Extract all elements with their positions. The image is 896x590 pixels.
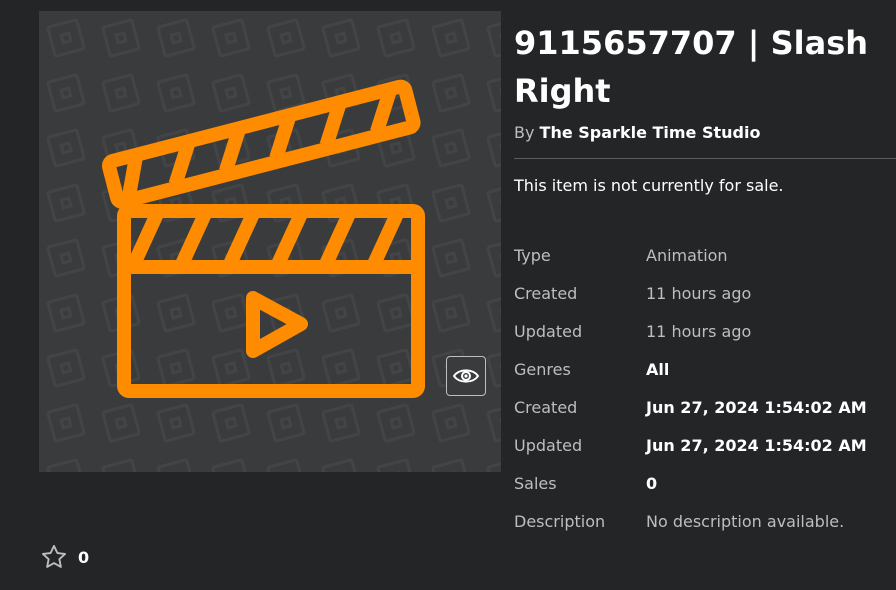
info-label: Created: [514, 397, 578, 417]
info-value: 0: [646, 473, 658, 493]
info-label: Created: [514, 283, 578, 303]
item-thumbnail: [39, 11, 501, 472]
sale-status: This item is not currently for sale.: [514, 176, 784, 195]
info-value: 11 hours ago: [646, 321, 752, 341]
eye-icon: [452, 369, 480, 383]
creator-link[interactable]: The Sparkle Time Studio: [540, 123, 761, 142]
item-info-table: Type Animation Created 11 hours ago Upda…: [514, 236, 867, 540]
info-value: No description available.: [646, 511, 845, 531]
info-value: Jun 27, 2024 1:54:02 AM: [646, 397, 867, 417]
favorite-count: 0: [78, 547, 90, 567]
info-row-type: Type Animation: [514, 236, 867, 274]
info-label: Sales: [514, 473, 557, 493]
info-row-updated-relative: Updated 11 hours ago: [514, 312, 867, 350]
info-value: 11 hours ago: [646, 283, 752, 303]
info-row-sales: Sales 0: [514, 464, 867, 502]
info-row-description: Description No description available.: [514, 502, 867, 540]
info-label: Type: [514, 245, 551, 265]
by-prefix: By: [514, 123, 535, 142]
info-value: All: [646, 359, 670, 379]
byline: By The Sparkle Time Studio: [514, 123, 896, 142]
favorite-section: 0: [40, 543, 89, 571]
info-value: Animation: [646, 245, 728, 265]
info-row-created: Created Jun 27, 2024 1:54:02 AM: [514, 388, 867, 426]
star-outline-icon[interactable]: [40, 543, 68, 571]
preview-button[interactable]: [446, 356, 486, 396]
info-row-updated: Updated Jun 27, 2024 1:54:02 AM: [514, 426, 867, 464]
info-value: Jun 27, 2024 1:54:02 AM: [646, 435, 867, 455]
item-details-header: 9115657707 | Slash Right By The Sparkle …: [514, 19, 896, 195]
clapperboard-icon: [101, 79, 425, 398]
info-label: Updated: [514, 435, 583, 455]
divider: [514, 158, 896, 159]
info-row-created-relative: Created 11 hours ago: [514, 274, 867, 312]
info-label: Description: [514, 511, 606, 531]
item-title: 9115657707 | Slash Right: [514, 24, 869, 110]
info-label: Updated: [514, 321, 583, 341]
info-row-genres: Genres All: [514, 350, 867, 388]
info-label: Genres: [514, 359, 571, 379]
